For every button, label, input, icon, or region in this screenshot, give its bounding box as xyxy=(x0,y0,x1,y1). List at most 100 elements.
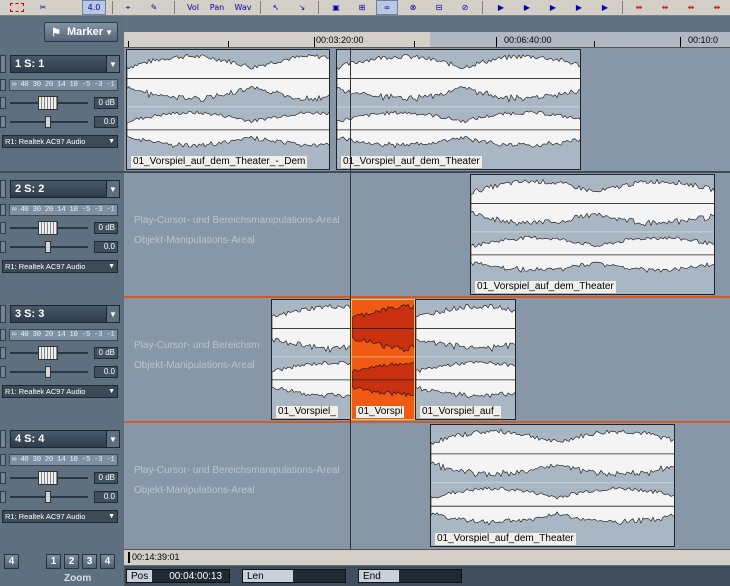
zoom-preset-button[interactable]: 3 xyxy=(82,554,97,569)
play-icon[interactable]: ▶ xyxy=(516,0,538,15)
track-name[interactable]: 1 S: 1 ▼ xyxy=(10,55,120,73)
volume-fader[interactable] xyxy=(8,471,90,485)
output-select[interactable]: R1: Realtek AC97 Audio ▼ xyxy=(2,510,118,523)
draw-icon[interactable]: ✎ xyxy=(144,0,164,15)
pointer-icon[interactable]: ↖ xyxy=(266,0,286,15)
clip-label: 01_Vorspiel_auf_dem_Theater xyxy=(341,156,482,168)
waveform-channel xyxy=(127,110,329,148)
chevron-down-icon[interactable]: ▼ xyxy=(106,56,119,72)
pan-value[interactable]: 0.0 xyxy=(94,491,118,503)
fx3-icon[interactable]: ⇹ xyxy=(680,0,702,15)
volume-fader[interactable] xyxy=(8,96,90,110)
play-range-icon[interactable]: ▶ xyxy=(542,0,564,15)
zoom-preset-button[interactable]: 4 xyxy=(4,554,19,569)
fx-icon[interactable]: ⇹ xyxy=(628,0,650,15)
pan-label: Pan xyxy=(209,3,225,12)
pointer2-icon[interactable]: ↘ xyxy=(292,0,312,15)
pan-slider[interactable] xyxy=(8,241,90,253)
track-solo-handle[interactable] xyxy=(0,222,6,234)
fx4-icon[interactable]: ⇹ xyxy=(706,0,728,15)
pan-value[interactable]: 0.0 xyxy=(94,241,118,253)
wav-button[interactable]: Wav xyxy=(232,0,254,15)
audio-clip[interactable]: 01_Vorspiel_auf_dem_Theater xyxy=(430,424,675,547)
audio-clip[interactable]: 01_Vorspiel_auf_dem_Theater_-_Dem xyxy=(126,49,330,170)
pan-slider[interactable] xyxy=(8,116,90,128)
volume-value[interactable]: 0 dB xyxy=(94,97,118,109)
scissors-icon[interactable]: ✂ xyxy=(32,0,54,15)
length-field[interactable]: Len xyxy=(242,569,346,583)
track-select-handle[interactable] xyxy=(0,305,6,323)
track-mute-handle[interactable] xyxy=(0,329,6,341)
track-name[interactable]: 4 S: 4 ▼ xyxy=(10,430,120,448)
waveform-channel xyxy=(431,428,674,478)
scroll-timecode-bar[interactable]: 00:14:39:01 xyxy=(124,549,730,565)
play-start-icon[interactable]: ▶ xyxy=(490,0,512,15)
position-field[interactable]: Pos 00:04:00:13 xyxy=(126,569,230,583)
dashed-rect-icon[interactable] xyxy=(6,0,28,15)
waveform-channel xyxy=(416,360,515,399)
folder-icon[interactable]: ▣ xyxy=(326,0,346,15)
pan-slider[interactable] xyxy=(8,491,90,503)
chevron-down-icon[interactable]: ▼ xyxy=(106,431,119,447)
volume-value[interactable]: 0 dB xyxy=(94,347,118,359)
chain-icon[interactable]: ⊗ xyxy=(402,0,424,15)
chevron-down-icon[interactable]: ▼ xyxy=(106,306,119,322)
pan-value[interactable]: 0.0 xyxy=(94,116,118,128)
audio-clip[interactable]: 01_Vorspiel_ xyxy=(271,299,351,420)
audio-clip-selected[interactable]: 01_Vorspi xyxy=(351,299,415,420)
track-name[interactable]: 3 S: 3 ▼ xyxy=(10,305,120,323)
pan-value[interactable]: 0.0 xyxy=(94,366,118,378)
pan-button[interactable]: Pan xyxy=(206,0,228,15)
lane-hint: Objekt-Manipulations-Areal xyxy=(134,235,255,246)
audio-clip[interactable]: 01_Vorspiel_auf_dem_Theater xyxy=(336,49,581,170)
output-select[interactable]: R1: Realtek AC97 Audio ▼ xyxy=(2,385,118,398)
track-mute-handle[interactable] xyxy=(0,454,6,466)
track-rec-handle[interactable] xyxy=(0,241,6,253)
zoom-button[interactable]: 4.0 xyxy=(82,0,106,15)
play-end-icon[interactable]: ▶ xyxy=(568,0,590,15)
end-field[interactable]: End xyxy=(358,569,462,583)
chevron-down-icon: ▼ xyxy=(108,263,115,270)
link2-icon[interactable]: ∞ xyxy=(376,0,398,15)
track-select-handle[interactable] xyxy=(0,180,6,198)
track-select-handle[interactable] xyxy=(0,55,6,73)
track-mute-handle[interactable] xyxy=(0,79,6,91)
audio-clip[interactable]: 01_Vorspiel_auf_ xyxy=(415,299,516,420)
marker-button[interactable]: ⚑ Marker ▼ xyxy=(44,22,118,42)
volume-value[interactable]: 0 dB xyxy=(94,222,118,234)
track-solo-handle[interactable] xyxy=(0,472,6,484)
track-rec-handle[interactable] xyxy=(0,116,6,128)
track-mute-handle[interactable] xyxy=(0,204,6,216)
waveform-channel xyxy=(337,110,580,149)
grid-icon[interactable]: ⊟ xyxy=(428,0,450,15)
output-label: R1: Realtek AC97 Audio xyxy=(5,262,86,271)
fx2-icon[interactable]: ⇹ xyxy=(654,0,676,15)
output-select[interactable]: R1: Realtek AC97 Audio ▼ xyxy=(2,135,118,148)
volume-fader[interactable] xyxy=(8,221,90,235)
zoom-preset-button[interactable]: 2 xyxy=(64,554,79,569)
waveform xyxy=(352,303,414,398)
track-solo-handle[interactable] xyxy=(0,347,6,359)
zoom-preset-button[interactable]: 1 xyxy=(46,554,61,569)
cursor-icon[interactable]: ⌖ xyxy=(118,0,138,15)
track-solo-handle[interactable] xyxy=(0,97,6,109)
volume-value[interactable]: 0 dB xyxy=(94,472,118,484)
audio-clip[interactable]: 01_Vorspiel_auf_dem_Theater xyxy=(470,174,715,295)
volume-fader[interactable] xyxy=(8,346,90,360)
track-rec-handle[interactable] xyxy=(0,366,6,378)
timeline-ruler[interactable]: 00:03:20:00 00:06:40:00 00:10:0 xyxy=(124,32,730,48)
track-rec-handle[interactable] xyxy=(0,491,6,503)
chain2-icon[interactable]: ⊘ xyxy=(454,0,476,15)
play-cursor[interactable] xyxy=(350,48,351,549)
level-meter: ∞ 40 30 20 14 10 -5 -3 -1 0 xyxy=(9,204,118,216)
zoom-preset-button[interactable]: 4 xyxy=(100,554,115,569)
play-loop-icon[interactable]: ▶ xyxy=(594,0,616,15)
pan-slider[interactable] xyxy=(8,366,90,378)
track-name[interactable]: 2 S: 2 ▼ xyxy=(10,180,120,198)
chevron-down-icon[interactable]: ▼ xyxy=(106,181,119,197)
link-icon[interactable]: ⊞ xyxy=(352,0,372,15)
ruler-range-highlight xyxy=(430,32,730,47)
output-select[interactable]: R1: Realtek AC97 Audio ▼ xyxy=(2,260,118,273)
track-select-handle[interactable] xyxy=(0,430,6,448)
vol-button[interactable]: Vol xyxy=(182,0,204,15)
